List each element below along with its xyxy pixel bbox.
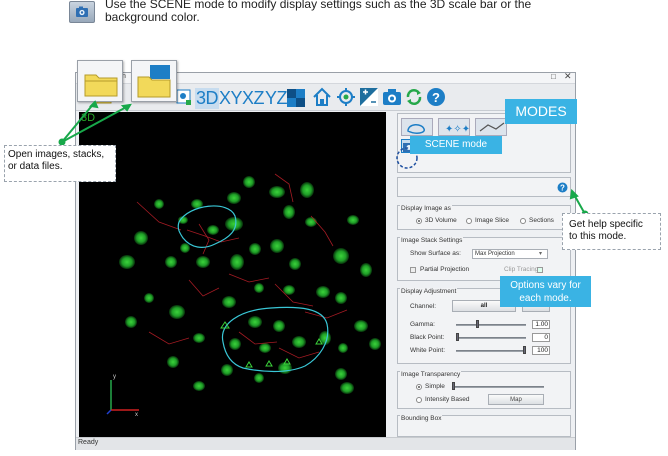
- callout-text: Get help specific to this mode.: [569, 219, 643, 242]
- modes-tooltip: MODES: [505, 99, 577, 124]
- options-vary-tooltip: Options vary for each mode.: [500, 276, 591, 307]
- callout-open-files: Open images, stacks, or data files.: [4, 145, 116, 182]
- scene-mode-tooltip: SCENE mode: [410, 136, 502, 154]
- callout-text: Open images, stacks, or data files.: [8, 149, 105, 172]
- callout-get-help: Get help specific to this mode.: [562, 213, 661, 250]
